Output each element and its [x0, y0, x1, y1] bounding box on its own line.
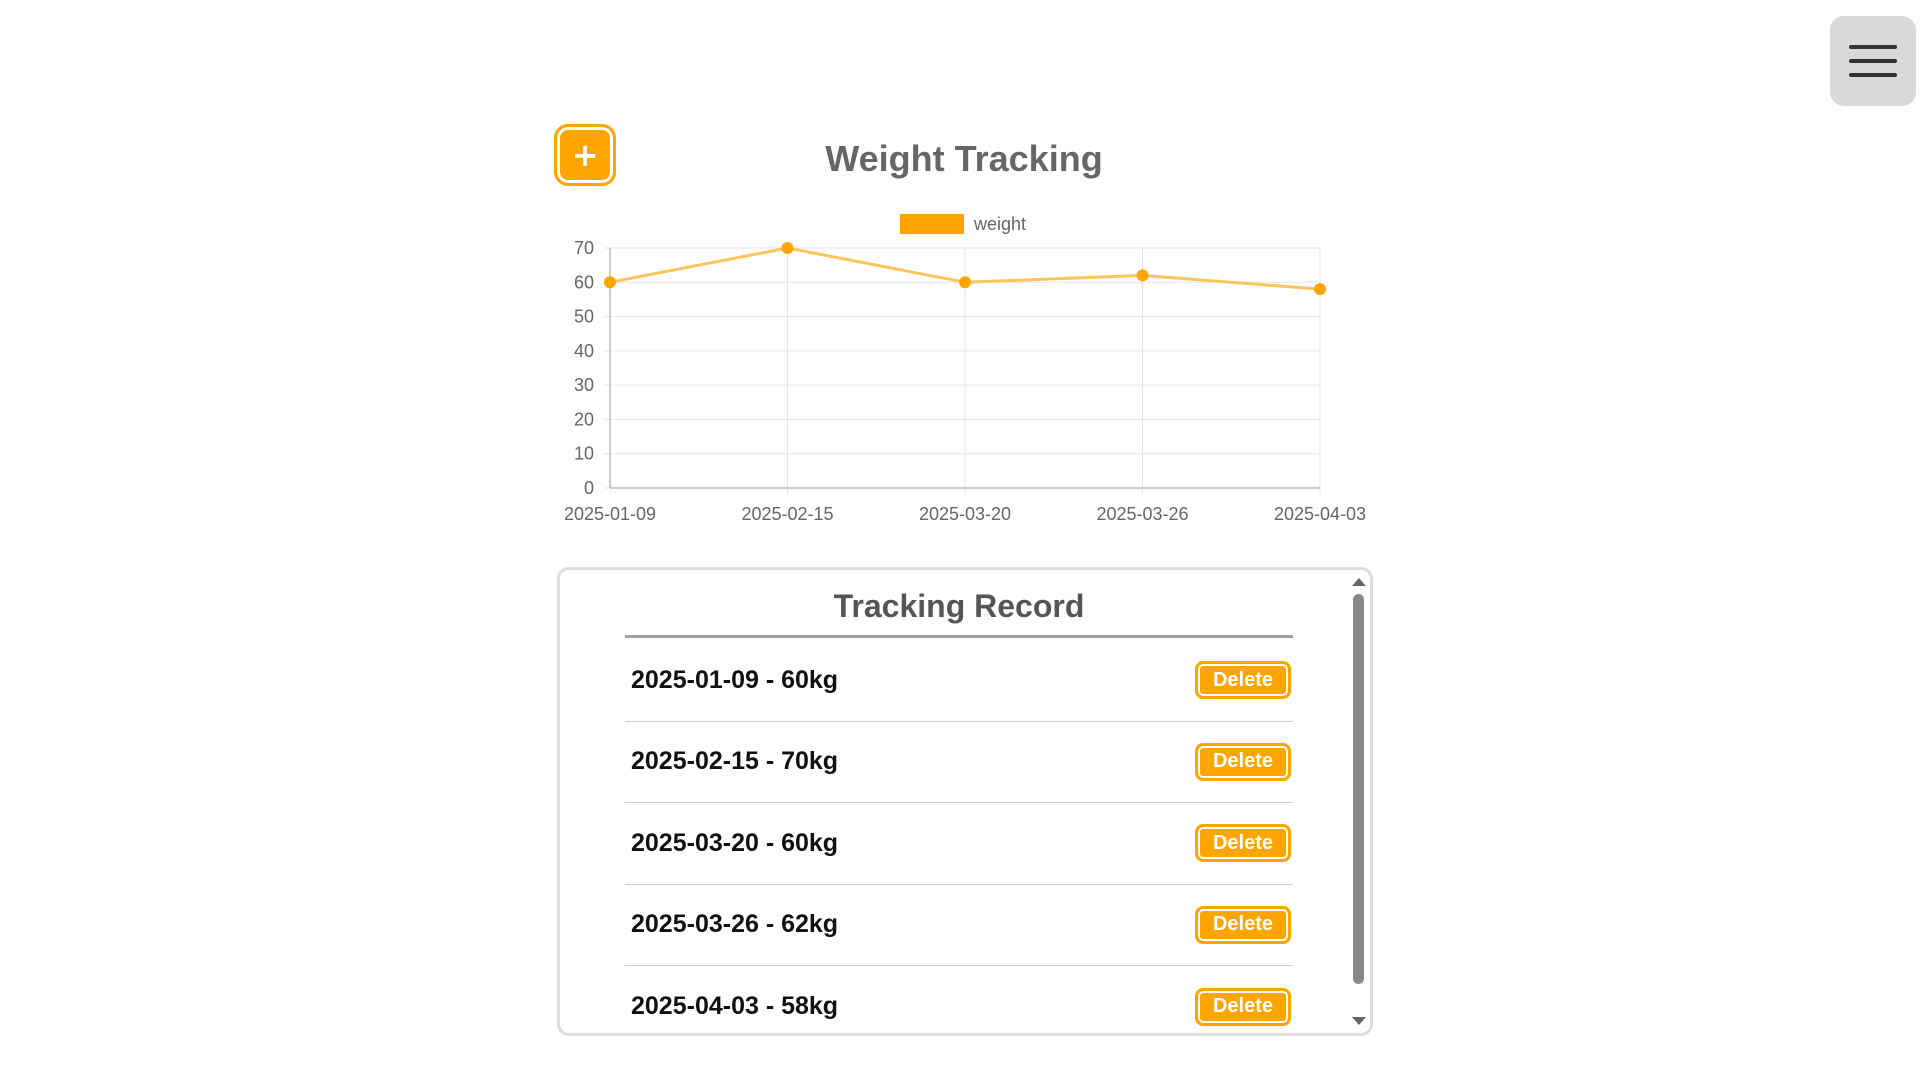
data-point: [1314, 283, 1326, 296]
x-tick-label: 2025-03-26: [1096, 504, 1188, 524]
x-tick-label: 2025-02-15: [741, 504, 833, 524]
data-point: [1136, 269, 1149, 282]
y-tick-label: 70: [574, 238, 594, 258]
record-text: 2025-03-20 - 60kg: [631, 828, 839, 857]
y-tick-label: 10: [574, 444, 594, 464]
y-tick-label: 0: [584, 478, 594, 498]
legend-swatch: [900, 214, 964, 234]
y-tick-label: 20: [574, 409, 594, 429]
x-tick-label: 2025-04-03: [1274, 504, 1366, 524]
y-tick-label: 30: [574, 375, 594, 395]
record-row: 2025-03-26 - 62kg Delete: [625, 885, 1293, 966]
x-tick-label: 2025-01-09: [564, 504, 656, 524]
tracking-record-panel: Tracking Record 2025-01-09 - 60kg Delete…: [557, 567, 1373, 1036]
weight-line-chart: weight 0 10 20 30 40 50 60 70 2025-01-09 2025-02-1…: [564, 214, 1366, 524]
record-text: 2025-02-15 - 70kg: [631, 747, 839, 776]
data-point: [959, 276, 971, 289]
tracking-record-divider: [625, 635, 1293, 638]
record-row: 2025-03-20 - 60kg Delete: [625, 803, 1293, 885]
record-text: 2025-04-03 - 58kg: [631, 992, 839, 1021]
scroll-thumb[interactable]: [1353, 594, 1364, 984]
y-tick-label: 60: [574, 272, 594, 292]
legend-label: weight: [973, 214, 1026, 234]
y-tick-label: 40: [574, 341, 594, 361]
tracking-record-title: Tracking Record: [833, 588, 1085, 624]
delete-button[interactable]: Delete: [1195, 824, 1291, 863]
record-row: 2025-02-15 - 70kg Delete: [625, 722, 1293, 803]
delete-button[interactable]: Delete: [1195, 661, 1291, 700]
scroll-up-arrow-icon[interactable]: [1352, 578, 1366, 586]
record-row: 2025-04-03 - 58kg Delete: [625, 966, 1293, 1033]
data-point: [781, 242, 794, 254]
menu-button[interactable]: [1830, 16, 1916, 106]
record-row: 2025-01-09 - 60kg Delete: [625, 640, 1293, 722]
record-list: 2025-01-09 - 60kg Delete 2025-02-15 - 70…: [625, 640, 1293, 1033]
scroll-down-arrow-icon[interactable]: [1352, 1017, 1366, 1025]
hamburger-menu-icon: [1849, 45, 1897, 49]
delete-button[interactable]: Delete: [1195, 742, 1291, 781]
record-scrollbar[interactable]: [1348, 570, 1370, 1033]
data-point: [604, 276, 616, 289]
record-text: 2025-01-09 - 60kg: [631, 665, 839, 694]
chart-title: Weight Tracking: [825, 138, 1103, 179]
hamburger-menu-icon-line: [1849, 73, 1897, 77]
y-tick-label: 50: [574, 307, 594, 327]
hamburger-menu-icon-line: [1849, 59, 1897, 63]
delete-button[interactable]: Delete: [1195, 905, 1291, 944]
record-text: 2025-03-26 - 62kg: [631, 910, 839, 939]
delete-button[interactable]: Delete: [1195, 987, 1291, 1026]
x-tick-label: 2025-03-20: [919, 504, 1011, 524]
